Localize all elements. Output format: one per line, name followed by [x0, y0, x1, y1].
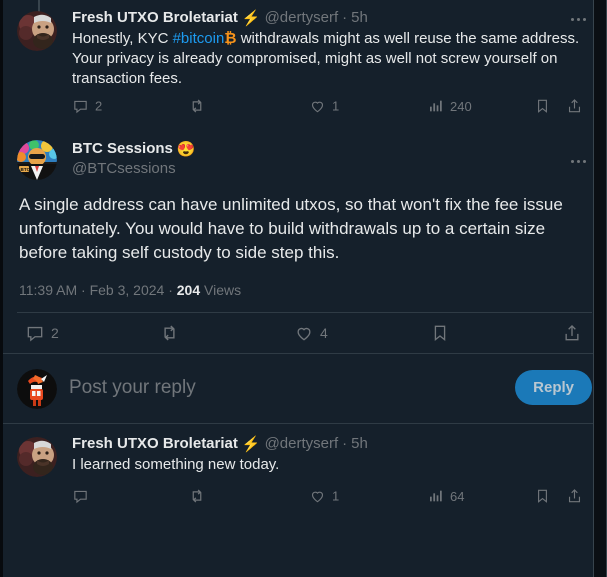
reply-count: 2: [95, 98, 103, 114]
action-bar-child: 1 64: [72, 479, 592, 513]
more-options-icon: [577, 160, 580, 163]
action-bar-focused: 2 4: [17, 313, 592, 353]
smiling-face-with-hearts-icon: 😍: [176, 140, 196, 158]
timestamp[interactable]: 5h: [351, 8, 368, 28]
retweet-button-focused[interactable]: [159, 323, 186, 344]
bookmark-icon: [538, 99, 547, 113]
more-options-icon: [571, 18, 574, 21]
tweet-child[interactable]: Fresh UTXO Broletariat ⚡ @dertyserf · 5h…: [3, 424, 606, 517]
like-icon: [311, 491, 324, 503]
like-icon: [311, 101, 324, 113]
tweet-text-focused: A single address can have unlimited utxo…: [19, 195, 563, 262]
share-button-focused[interactable]: [562, 323, 588, 343]
retweet-icon: [192, 99, 202, 113]
view-count: 64: [450, 488, 465, 504]
avatar-child[interactable]: [17, 437, 57, 477]
avatar-column: [17, 434, 61, 513]
separator-dot: ·: [81, 282, 86, 298]
reply-icon: [74, 100, 87, 114]
share-icon: [568, 99, 581, 113]
handle[interactable]: @dertyserf: [265, 434, 339, 454]
bookmark-button-parent[interactable]: [534, 98, 551, 115]
reply-composer[interactable]: Post your reply Reply: [3, 354, 606, 423]
share-icon: [568, 489, 581, 503]
more-options-button-parent[interactable]: [571, 18, 586, 21]
views-icon: [430, 100, 442, 112]
reply-count: 2: [51, 325, 59, 341]
hashtag-link-bitcoin[interactable]: #bitcoin: [173, 30, 225, 47]
reply-button-focused[interactable]: 2: [25, 323, 59, 343]
avatar-focused[interactable]: BTC: [17, 140, 57, 180]
views-icon: [430, 490, 442, 502]
bookmark-button-focused[interactable]: [430, 323, 456, 343]
reply-button-child[interactable]: [72, 488, 95, 505]
reply-input[interactable]: Post your reply: [69, 377, 503, 399]
bookmark-button-child[interactable]: [534, 488, 551, 505]
reply-button-parent[interactable]: 2: [72, 98, 102, 115]
timestamp[interactable]: 5h: [351, 434, 368, 454]
bitcoin-icon: ₿: [224, 30, 237, 47]
tweet-text-parent: Honestly, KYC #bitcoin₿ withdrawals migh…: [72, 29, 592, 89]
author-row-child: Fresh UTXO Broletariat ⚡ @dertyserf · 5h: [72, 434, 592, 454]
more-options-icon: [583, 160, 586, 163]
share-button-child[interactable]: [566, 488, 583, 505]
more-options-button-focused[interactable]: [571, 160, 586, 163]
avatar-column: BTC: [17, 137, 61, 180]
separator-dot: ·: [342, 9, 348, 26]
retweet-button-parent[interactable]: [188, 97, 212, 115]
views-label: Views: [204, 282, 242, 298]
reply-icon: [27, 326, 43, 342]
tweet-date[interactable]: Feb 3, 2024: [90, 282, 165, 298]
tweet-focused[interactable]: BTC BTC Sessions 😍 @BTCsessions A single…: [3, 127, 606, 353]
display-name[interactable]: Fresh UTXO Broletariat: [72, 434, 238, 454]
action-bar-parent: 2 1 240: [72, 89, 592, 123]
separator-dot: ·: [168, 282, 173, 298]
author-row-parent: Fresh UTXO Broletariat ⚡ @dertyserf · 5h: [72, 8, 592, 28]
more-options-icon: [577, 18, 580, 21]
tweet-parent[interactable]: Fresh UTXO Broletariat ⚡ @dertyserf · 5h…: [3, 0, 606, 127]
like-button-focused[interactable]: 4: [294, 323, 328, 343]
avatar-column: [17, 0, 61, 123]
retweet-icon: [164, 325, 175, 341]
right-gutter: [593, 0, 606, 577]
views-button-child[interactable]: 64: [428, 488, 464, 504]
bookmark-icon: [538, 489, 547, 503]
display-name-focused[interactable]: BTC Sessions: [72, 139, 173, 159]
like-count: 1: [332, 98, 340, 114]
handle[interactable]: @dertyserf: [265, 8, 339, 28]
lightning-bolt-icon: ⚡: [241, 9, 261, 27]
reply-icon: [74, 490, 87, 504]
display-name[interactable]: Fresh UTXO Broletariat: [72, 8, 238, 28]
avatar-parent[interactable]: [17, 11, 57, 51]
more-options-icon: [571, 160, 574, 163]
more-options-icon: [583, 18, 586, 21]
like-button-parent[interactable]: 1: [309, 98, 339, 115]
like-icon: [297, 327, 311, 341]
tweet-text-child: I learned something new today.: [72, 456, 280, 473]
avatar-current-user[interactable]: [17, 369, 57, 409]
reply-submit-button[interactable]: Reply: [515, 370, 592, 405]
thread-container: Fresh UTXO Broletariat ⚡ @dertyserf · 5h…: [0, 0, 607, 577]
like-count: 1: [332, 488, 340, 504]
tweet-time[interactable]: 11:39 AM: [19, 282, 77, 298]
view-count: 240: [450, 98, 472, 114]
svg-text:BTC: BTC: [21, 167, 31, 172]
share-icon: [565, 324, 579, 341]
share-button-parent[interactable]: [566, 98, 583, 115]
like-count: 4: [320, 325, 328, 341]
retweet-button-child[interactable]: [188, 487, 212, 505]
tweet-metadata: 11:39 AM · Feb 3, 2024 · 204 Views: [17, 280, 592, 300]
views-button-parent[interactable]: 240: [428, 98, 472, 114]
separator-dot: ·: [342, 435, 348, 452]
like-button-child[interactable]: 1: [309, 488, 339, 505]
view-count-focused: 204: [176, 282, 201, 298]
handle-focused[interactable]: @BTCsessions: [72, 159, 196, 179]
bookmark-icon: [434, 325, 446, 342]
lightning-bolt-icon: ⚡: [241, 435, 261, 453]
tweet-text-segment: Honestly, KYC: [72, 30, 173, 47]
retweet-icon: [192, 489, 202, 503]
